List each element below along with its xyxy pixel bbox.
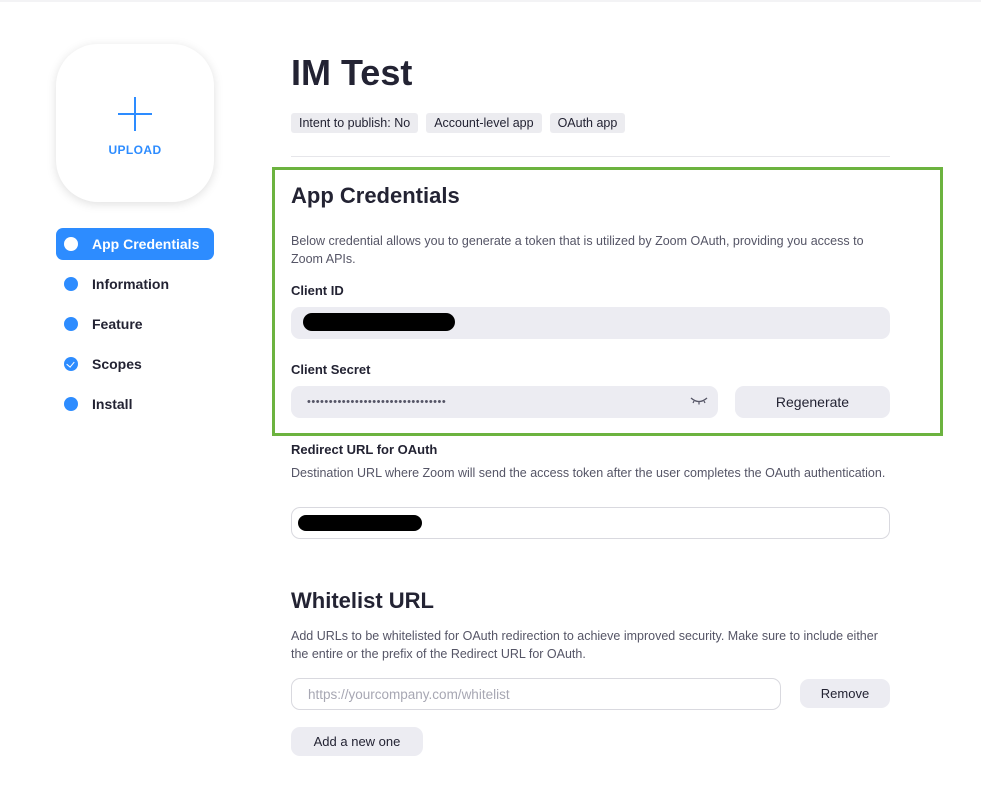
top-divider bbox=[0, 0, 981, 2]
upload-button[interactable]: UPLOAD bbox=[56, 44, 214, 202]
sidebar-nav: App Credentials Information Feature Scop… bbox=[56, 228, 214, 428]
whitelist-url-placeholder: https://yourcompany.com/whitelist bbox=[308, 686, 510, 702]
plus-icon bbox=[118, 97, 152, 131]
sidebar-item-label: Feature bbox=[92, 316, 143, 332]
check-circle-icon bbox=[64, 357, 78, 371]
step-dot-icon bbox=[64, 237, 78, 251]
badge-oauth-app: OAuth app bbox=[549, 113, 626, 133]
redirect-url-input[interactable] bbox=[291, 507, 890, 539]
step-dot-icon bbox=[64, 397, 78, 411]
badge-account-level: Account-level app bbox=[426, 113, 542, 133]
header-divider bbox=[291, 156, 890, 157]
whitelist-url-input[interactable]: https://yourcompany.com/whitelist bbox=[291, 678, 781, 710]
sidebar-item-feature[interactable]: Feature bbox=[56, 308, 214, 340]
add-new-whitelist-button[interactable]: Add a new one bbox=[291, 727, 423, 756]
sidebar-item-label: Install bbox=[92, 396, 133, 412]
sidebar-item-label: App Credentials bbox=[92, 236, 200, 252]
step-dot-icon bbox=[64, 317, 78, 331]
redirect-url-redaction bbox=[298, 515, 422, 531]
app-badges: Intent to publish: No Account-level app … bbox=[291, 113, 626, 133]
whitelist-title: Whitelist URL bbox=[291, 588, 434, 613]
sidebar-item-app-credentials[interactable]: App Credentials bbox=[56, 228, 214, 260]
app-title: IM Test bbox=[291, 52, 413, 93]
upload-label: UPLOAD bbox=[108, 143, 162, 157]
redirect-url-label: Redirect URL for OAuth bbox=[291, 442, 438, 457]
sidebar-item-label: Information bbox=[92, 276, 169, 292]
redirect-url-description: Destination URL where Zoom will send the… bbox=[291, 466, 886, 480]
badge-intent-to-publish: Intent to publish: No bbox=[291, 113, 419, 133]
sidebar-item-information[interactable]: Information bbox=[56, 268, 214, 300]
sidebar-item-label: Scopes bbox=[92, 356, 142, 372]
sidebar-item-scopes[interactable]: Scopes bbox=[56, 348, 214, 380]
whitelist-description: Add URLs to be whitelisted for OAuth red… bbox=[291, 629, 878, 661]
sidebar-item-install[interactable]: Install bbox=[56, 388, 214, 420]
step-dot-icon bbox=[64, 277, 78, 291]
remove-button[interactable]: Remove bbox=[800, 679, 890, 708]
credentials-highlight-box bbox=[272, 167, 943, 436]
